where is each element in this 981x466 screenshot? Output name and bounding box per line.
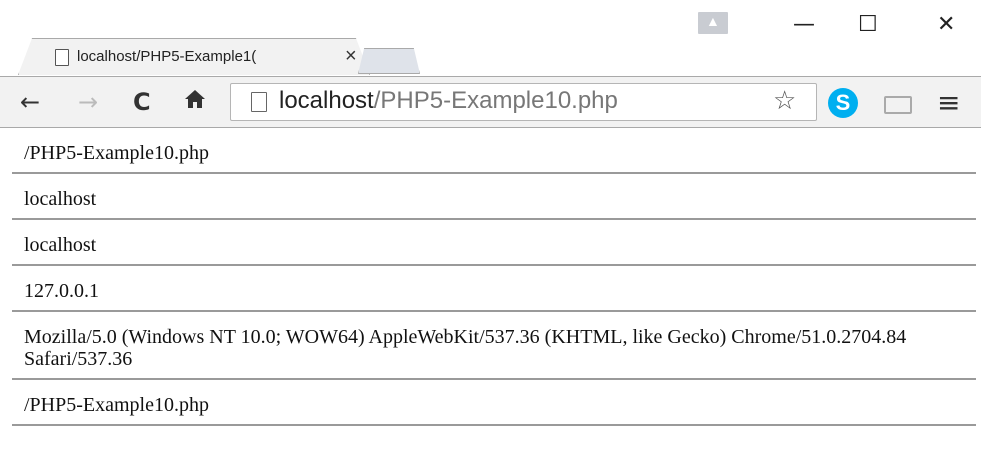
output-line: localhost [24,234,97,256]
tab-title: localhost/PHP5-Example1( [77,48,257,65]
browser-window: localhost/PHP5-Example1( × ▲ — ☐ ✕ ← → C… [0,0,981,466]
home-icon-glyph [185,90,205,108]
new-tab-button[interactable] [358,48,420,74]
page-info-icon[interactable] [251,92,267,112]
menu-icon[interactable]: ≡ [937,86,960,119]
skype-extension-icon[interactable]: S [828,88,858,118]
tab-close-icon[interactable]: × [345,45,357,68]
back-arrow-icon[interactable]: ← [20,88,40,116]
divider [12,424,976,426]
maximize-button[interactable]: ☐ [858,12,878,37]
cast-extension-icon[interactable] [884,96,912,114]
output-line-user-agent: Mozilla/5.0 (Windows NT 10.0; WOW64) App… [24,326,907,370]
user-icon: ▲ [706,13,720,29]
output-line: localhost [24,188,97,210]
url-path: /PHP5-Example10.php [373,87,618,114]
page-icon [55,49,69,66]
bookmark-star-icon[interactable]: ☆ [773,86,796,116]
reload-icon[interactable]: C [133,88,151,116]
url-host: localhost [279,87,374,114]
active-tab[interactable]: localhost/PHP5-Example1( × [18,38,370,75]
forward-arrow-icon[interactable]: → [78,88,98,116]
user-profile-button[interactable]: ▲ [698,12,728,34]
url-text[interactable]: localhost/PHP5-Example10.php [279,87,618,115]
title-bar: localhost/PHP5-Example1( × ▲ — ☐ ✕ [0,0,981,82]
page-content: /PHP5-Example10.php localhost localhost … [0,128,981,426]
minimize-button[interactable]: — [793,12,815,37]
address-bar[interactable]: localhost/PHP5-Example10.php ☆ [230,83,817,121]
home-icon[interactable] [183,88,207,116]
output-line: /PHP5-Example10.php [24,394,209,416]
close-window-button[interactable]: ✕ [937,12,955,37]
output-line: 127.0.0.1 [24,280,99,302]
output-line: /PHP5-Example10.php [24,142,209,164]
